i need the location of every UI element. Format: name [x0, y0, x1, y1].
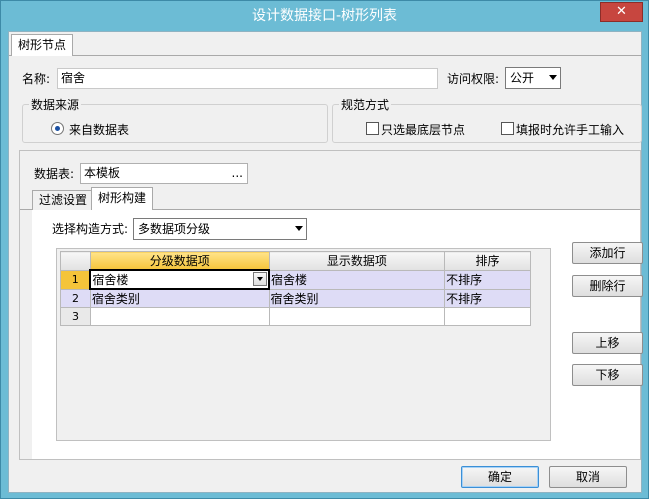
tree-levels-table: 分级数据项 显示数据项 排序 1 宿舍楼 宿舍楼 不排序 2 宿舍类别 宿舍类别… — [60, 251, 531, 326]
display-cell[interactable]: 宿舍楼 — [268, 269, 446, 290]
move-up-button[interactable]: 上移 — [572, 332, 643, 354]
level-value: 宿舍楼 — [92, 273, 129, 287]
close-icon: ✕ — [616, 4, 627, 19]
top-tabstrip: 树形节点 — [9, 32, 641, 56]
cancel-button[interactable]: 取消 — [549, 466, 627, 488]
table-row[interactable]: 3 — [60, 307, 531, 326]
tab-filter-settings[interactable]: 过滤设置 — [32, 190, 95, 210]
corner-header — [60, 251, 91, 271]
access-select[interactable]: 公开 — [505, 67, 561, 89]
build-method-select[interactable]: 多数据项分级 — [133, 218, 307, 240]
level-cell[interactable] — [89, 307, 270, 326]
build-method-value: 多数据项分级 — [138, 222, 211, 236]
chevron-down-icon — [549, 75, 557, 80]
display-cell[interactable] — [268, 307, 446, 326]
level-cell[interactable]: 宿舍类别 — [89, 288, 270, 308]
delete-row-button[interactable]: 删除行 — [572, 275, 643, 297]
level-combo-cell[interactable]: 宿舍楼 — [89, 269, 271, 290]
radio-dot-icon — [55, 126, 60, 131]
leaf-only-label: 只选最底层节点 — [381, 123, 466, 137]
column-header-level[interactable]: 分级数据项 — [89, 251, 270, 271]
access-value: 公开 — [510, 71, 535, 85]
tab-tree-build[interactable]: 树形构建 — [91, 187, 154, 210]
row-number[interactable]: 2 — [60, 288, 91, 308]
from-table-radio[interactable] — [51, 122, 64, 135]
build-method-label: 选择构造方式: — [52, 222, 129, 236]
dialog-client: 树形节点 名称: 宿舍 访问权限: 公开 数据来源 来自数据表 规范方式 只选最… — [8, 31, 643, 493]
display-cell[interactable]: 宿舍类别 — [268, 288, 446, 308]
dialog-window: 设计数据接口-树形列表 ✕ 树形节点 名称: 宿舍 访问权限: 公开 数据来源 … — [0, 0, 649, 499]
name-label: 名称: — [22, 72, 51, 86]
settings-panel: 数据表: 本模板 ... 过滤设置 树形构建 选择构造方式: 多数据项分级 分级… — [19, 150, 643, 460]
column-header-sort[interactable]: 排序 — [444, 251, 531, 271]
norms-group: 规范方式 只选最底层节点 填报时允许手工输入 — [332, 96, 642, 143]
row-number[interactable]: 3 — [60, 307, 91, 326]
window-title: 设计数据接口-树形列表 — [251, 8, 398, 24]
tree-build-content: 选择构造方式: 多数据项分级 分级数据项 显示数据项 排序 1 宿舍楼 宿舍楼 … — [32, 210, 643, 459]
data-source-legend: 数据来源 — [29, 96, 82, 113]
sort-cell[interactable] — [444, 307, 531, 326]
tab-tree-node[interactable]: 树形节点 — [11, 34, 74, 56]
row-number[interactable]: 1 — [60, 269, 91, 290]
manual-input-checkbox[interactable] — [501, 122, 514, 135]
manual-input-label: 填报时允许手工输入 — [516, 123, 625, 137]
table-row[interactable]: 2 宿舍类别 宿舍类别 不排序 — [60, 288, 531, 308]
ok-button[interactable]: 确定 — [461, 466, 539, 488]
table-row[interactable]: 1 宿舍楼 宿舍楼 不排序 — [60, 269, 531, 290]
browse-button[interactable]: ... — [232, 164, 243, 183]
norms-legend: 规范方式 — [339, 96, 392, 113]
access-label: 访问权限: — [447, 72, 500, 86]
data-table-label: 数据表: — [34, 167, 75, 181]
data-source-group: 数据来源 来自数据表 — [22, 96, 328, 143]
close-button[interactable]: ✕ — [600, 2, 643, 22]
add-row-button[interactable]: 添加行 — [572, 242, 643, 264]
sort-cell[interactable]: 不排序 — [444, 269, 531, 290]
data-table-value: 本模板 — [84, 166, 121, 180]
name-input[interactable]: 宿舍 — [57, 68, 438, 89]
leaf-only-checkbox[interactable] — [366, 122, 379, 135]
data-table-input[interactable]: 本模板 ... — [80, 163, 248, 184]
chevron-down-icon[interactable] — [253, 272, 268, 286]
column-header-display[interactable]: 显示数据项 — [268, 251, 446, 271]
from-table-label: 来自数据表 — [69, 123, 130, 137]
chevron-down-icon — [295, 226, 303, 231]
move-down-button[interactable]: 下移 — [572, 364, 643, 386]
sort-cell[interactable]: 不排序 — [444, 288, 531, 308]
